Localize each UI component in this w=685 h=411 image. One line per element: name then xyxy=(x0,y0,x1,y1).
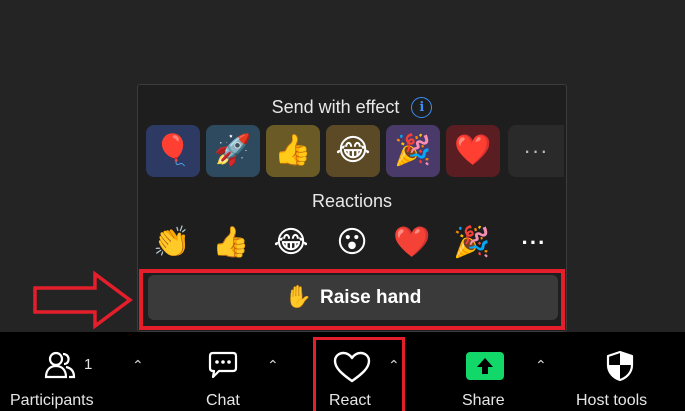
participants-options-chevron-up-icon[interactable]: ⌃ xyxy=(132,358,146,374)
participant-count: 1 xyxy=(84,356,93,373)
meeting-toolbar: 1 Participants ⌃ Chat ⌃ React ⌃ Share ⌃ … xyxy=(0,332,685,411)
party-popper-icon: 🎉 xyxy=(453,225,491,260)
chat-button[interactable]: Chat xyxy=(190,332,260,411)
more-reactions-button[interactable]: ··· xyxy=(516,223,552,263)
effect-party-popper[interactable]: 🎉 xyxy=(386,125,440,177)
chat-options-chevron-up-icon[interactable]: ⌃ xyxy=(267,358,281,374)
info-icon[interactable]: i xyxy=(411,97,433,118)
react-label: React xyxy=(329,392,371,409)
effect-row: 🎈 🚀 👍 😂 🎉 ❤️ ··· xyxy=(146,125,566,177)
thumbs-up-icon: 👍 xyxy=(212,225,250,260)
reactions-title: Reactions xyxy=(311,191,393,211)
participants-icon xyxy=(44,351,76,379)
more-icon: ··· xyxy=(523,138,549,163)
surprised-icon: 😮 xyxy=(336,225,368,260)
effect-laughing[interactable]: 😂 xyxy=(326,125,380,177)
reaction-laughing[interactable]: 😂 xyxy=(271,223,311,263)
pointer-arrow xyxy=(33,270,133,330)
meeting-screen: Send with effect i 🎈 🚀 👍 😂 🎉 ❤️ ··· Reac… xyxy=(0,0,685,411)
send-with-effect-header: Send with effect i xyxy=(138,97,566,118)
share-screen-icon xyxy=(466,352,504,380)
react-button[interactable]: React xyxy=(318,332,388,411)
effect-thumbs-up[interactable]: 👍 xyxy=(266,125,320,177)
heart-outline-icon xyxy=(333,351,371,383)
chat-label: Chat xyxy=(206,392,240,409)
reaction-party-popper[interactable]: 🎉 xyxy=(452,223,492,263)
reaction-heart[interactable]: ❤️ xyxy=(392,223,432,263)
effect-rocket[interactable]: 🚀 xyxy=(206,125,260,177)
thumbs-up-icon: 👍 xyxy=(274,133,312,168)
rocket-icon: 🚀 xyxy=(214,133,252,168)
laughing-icon: 😂 xyxy=(273,225,309,260)
share-button[interactable]: Share xyxy=(450,332,520,411)
participants-button[interactable]: 1 Participants xyxy=(0,332,120,411)
raised-hand-icon: ✋ xyxy=(284,285,313,310)
more-icon: ··· xyxy=(521,230,547,255)
raise-hand-button[interactable]: ✋ Raise hand xyxy=(148,275,558,320)
heart-icon: ❤️ xyxy=(454,133,492,168)
shield-icon xyxy=(606,350,634,382)
effect-balloon[interactable]: 🎈 xyxy=(146,125,200,177)
chat-icon xyxy=(208,351,238,379)
share-label: Share xyxy=(462,392,505,409)
raise-hand-label: Raise hand xyxy=(320,286,422,308)
reaction-clap[interactable]: 👏 xyxy=(152,223,192,263)
party-popper-icon: 🎉 xyxy=(394,133,432,168)
heart-icon: ❤️ xyxy=(393,225,431,260)
host-tools-label: Host tools xyxy=(576,392,648,409)
reaction-thumbs-up[interactable]: 👍 xyxy=(211,223,251,263)
reaction-surprised[interactable]: 😮 xyxy=(332,223,372,263)
react-options-chevron-up-icon[interactable]: ⌃ xyxy=(388,358,402,374)
reaction-row: 👏 👍 😂 😮 ❤️ 🎉 ··· xyxy=(138,223,566,263)
host-tools-button[interactable]: Host tools xyxy=(570,332,670,411)
clap-icon: 👏 xyxy=(153,225,191,260)
send-with-effect-title: Send with effect xyxy=(271,97,400,117)
laughing-icon: 😂 xyxy=(335,133,371,168)
more-effects-button[interactable]: ··· xyxy=(508,125,564,177)
effect-heart[interactable]: ❤️ xyxy=(446,125,500,177)
balloon-icon: 🎈 xyxy=(154,133,192,168)
participants-label: Participants xyxy=(10,392,94,409)
share-options-chevron-up-icon[interactable]: ⌃ xyxy=(535,358,549,374)
reactions-popup: Send with effect i 🎈 🚀 👍 😂 🎉 ❤️ ··· Reac… xyxy=(137,84,567,332)
